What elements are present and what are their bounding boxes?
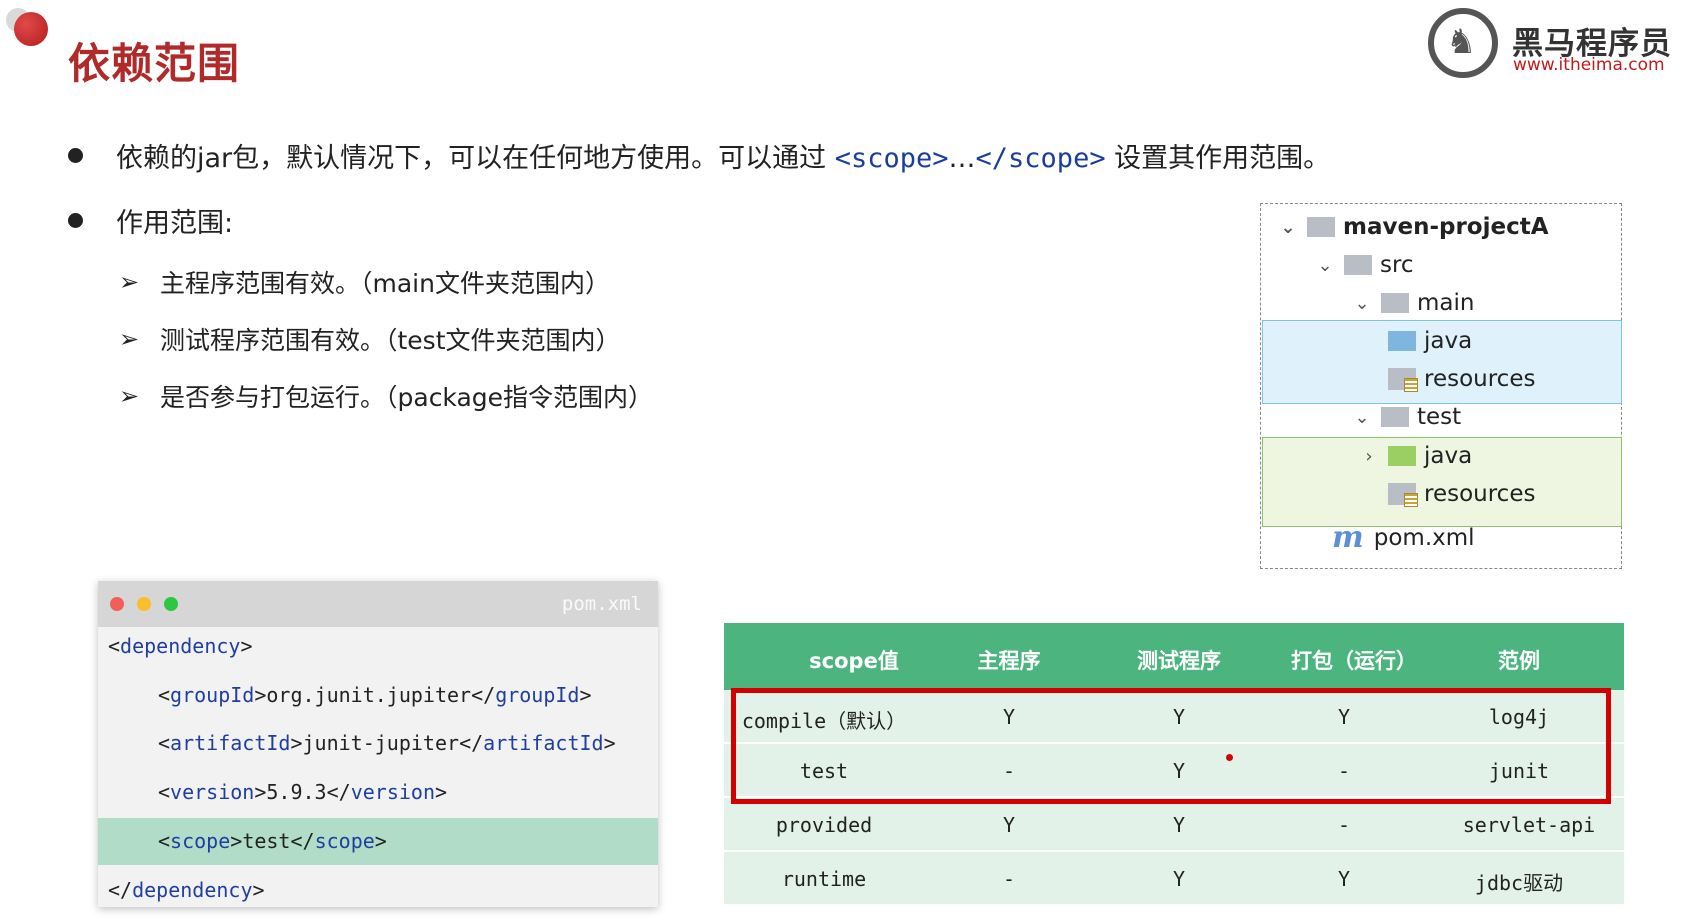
maximize-dot-icon[interactable] <box>164 597 178 611</box>
scope-open-tag: <scope> <box>834 143 949 174</box>
chevron-down-icon[interactable]: ⌄ <box>1351 407 1373 428</box>
code-filename: pom.xml <box>561 593 642 615</box>
maven-icon: m <box>1332 520 1364 555</box>
bullet-dot <box>68 148 83 163</box>
header-package: 打包（运行） <box>1291 649 1417 673</box>
tree-label: main <box>1417 290 1475 316</box>
sub-item-package: 是否参与打包运行。（package指令范围内） <box>160 383 654 412</box>
horse-icon: ♞ <box>1446 22 1477 62</box>
bullet-text-1: 依赖的jar包，默认情况下，可以在任何地方使用。可以通过 <scope>…</s… <box>116 136 1330 175</box>
code-line: <dependency> <box>108 634 253 658</box>
folder-icon <box>1381 407 1409 427</box>
page-title: 依赖范围 <box>68 39 241 88</box>
tree-item-test-java[interactable]: › java <box>1365 443 1473 469</box>
folder-icon <box>1344 255 1372 275</box>
sub-item-main: 主程序范围有效。（main文件夹范围内） <box>160 269 610 298</box>
bullet-1-suffix: 设置其作用范围。 <box>1105 143 1331 174</box>
code-line: </dependency> <box>108 878 265 902</box>
logo-url: www.itheima.com <box>1513 55 1665 75</box>
tree-label: pom.xml <box>1373 524 1475 551</box>
tree-item-project[interactable]: ⌄ maven-projectA <box>1277 214 1549 240</box>
tree-label: java <box>1424 328 1473 354</box>
cell-example: jdbc驱动 <box>1474 871 1564 895</box>
header-main: 主程序 <box>977 649 1041 673</box>
tree-item-test-resources[interactable]: resources <box>1388 481 1535 507</box>
tree-item-pom[interactable]: m pom.xml <box>1332 520 1475 555</box>
arrow-bullet-icon: ➢ <box>119 325 140 353</box>
arrow-bullet-icon: ➢ <box>119 268 140 296</box>
cell-test: Y <box>1172 813 1186 837</box>
tree-label: java <box>1424 443 1473 469</box>
pointer-dot <box>1226 754 1233 761</box>
decor-dot-red <box>14 12 48 46</box>
code-line: <groupId>org.junit.jupiter</groupId> <box>158 683 592 707</box>
highlight-box <box>731 688 1611 804</box>
tree-label: src <box>1380 252 1414 278</box>
resources-folder-icon <box>1388 368 1418 392</box>
minimize-dot-icon[interactable] <box>137 597 151 611</box>
sub-item-test: 测试程序范围有效。（test文件夹范围内） <box>160 326 621 355</box>
bullet-1-prefix: 依赖的jar包，默认情况下，可以在任何地方使用。可以通过 <box>116 143 835 174</box>
chevron-right-icon[interactable]: › <box>1358 446 1380 467</box>
tree-item-test[interactable]: ⌄ test <box>1351 404 1461 430</box>
code-line: <scope>test</scope> <box>158 829 387 853</box>
tree-label: test <box>1417 404 1462 430</box>
bullet-dot <box>68 213 83 228</box>
code-line: <version>5.9.3</version> <box>158 780 448 804</box>
tree-item-main[interactable]: ⌄ main <box>1351 290 1474 316</box>
cell-example: servlet-api <box>1462 813 1596 837</box>
code-line: <artifactId>junit-jupiter</artifactId> <box>158 731 616 755</box>
scope-close-tag: </scope> <box>975 143 1106 174</box>
module-folder-icon <box>1307 217 1335 237</box>
header-test: 测试程序 <box>1137 649 1221 673</box>
chevron-down-icon[interactable]: ⌄ <box>1351 293 1373 314</box>
folder-icon <box>1381 293 1409 313</box>
chevron-down-icon[interactable]: ⌄ <box>1277 217 1299 238</box>
test-folder-icon <box>1388 446 1416 466</box>
tree-label: resources <box>1424 481 1536 507</box>
code-window: pom.xml <dependency> <groupId>org.junit.… <box>98 581 658 907</box>
cell-package: - <box>1337 813 1351 837</box>
header-scope: scope值 <box>809 649 899 673</box>
cell-scope: runtime <box>781 867 867 891</box>
tree-item-main-resources[interactable]: resources <box>1388 366 1535 392</box>
tree-item-src[interactable]: ⌄ src <box>1314 252 1414 278</box>
close-dot-icon[interactable] <box>110 597 124 611</box>
bullet-1-ellipsis: … <box>948 143 976 174</box>
header-example: 范例 <box>1498 649 1540 673</box>
tree-label: resources <box>1424 366 1536 392</box>
cell-main: Y <box>1002 813 1016 837</box>
bullet-text-2: 作用范围: <box>116 208 234 239</box>
arrow-bullet-icon: ➢ <box>119 382 140 410</box>
cell-main: - <box>1002 867 1016 891</box>
source-folder-icon <box>1388 331 1416 351</box>
tree-item-main-java[interactable]: java <box>1388 328 1472 354</box>
cell-scope: provided <box>775 813 873 837</box>
tree-label: maven-projectA <box>1343 214 1549 240</box>
test-resources-folder-icon <box>1388 483 1418 507</box>
cell-package: Y <box>1337 867 1351 891</box>
chevron-down-icon[interactable]: ⌄ <box>1314 255 1336 276</box>
cell-test: Y <box>1172 867 1186 891</box>
